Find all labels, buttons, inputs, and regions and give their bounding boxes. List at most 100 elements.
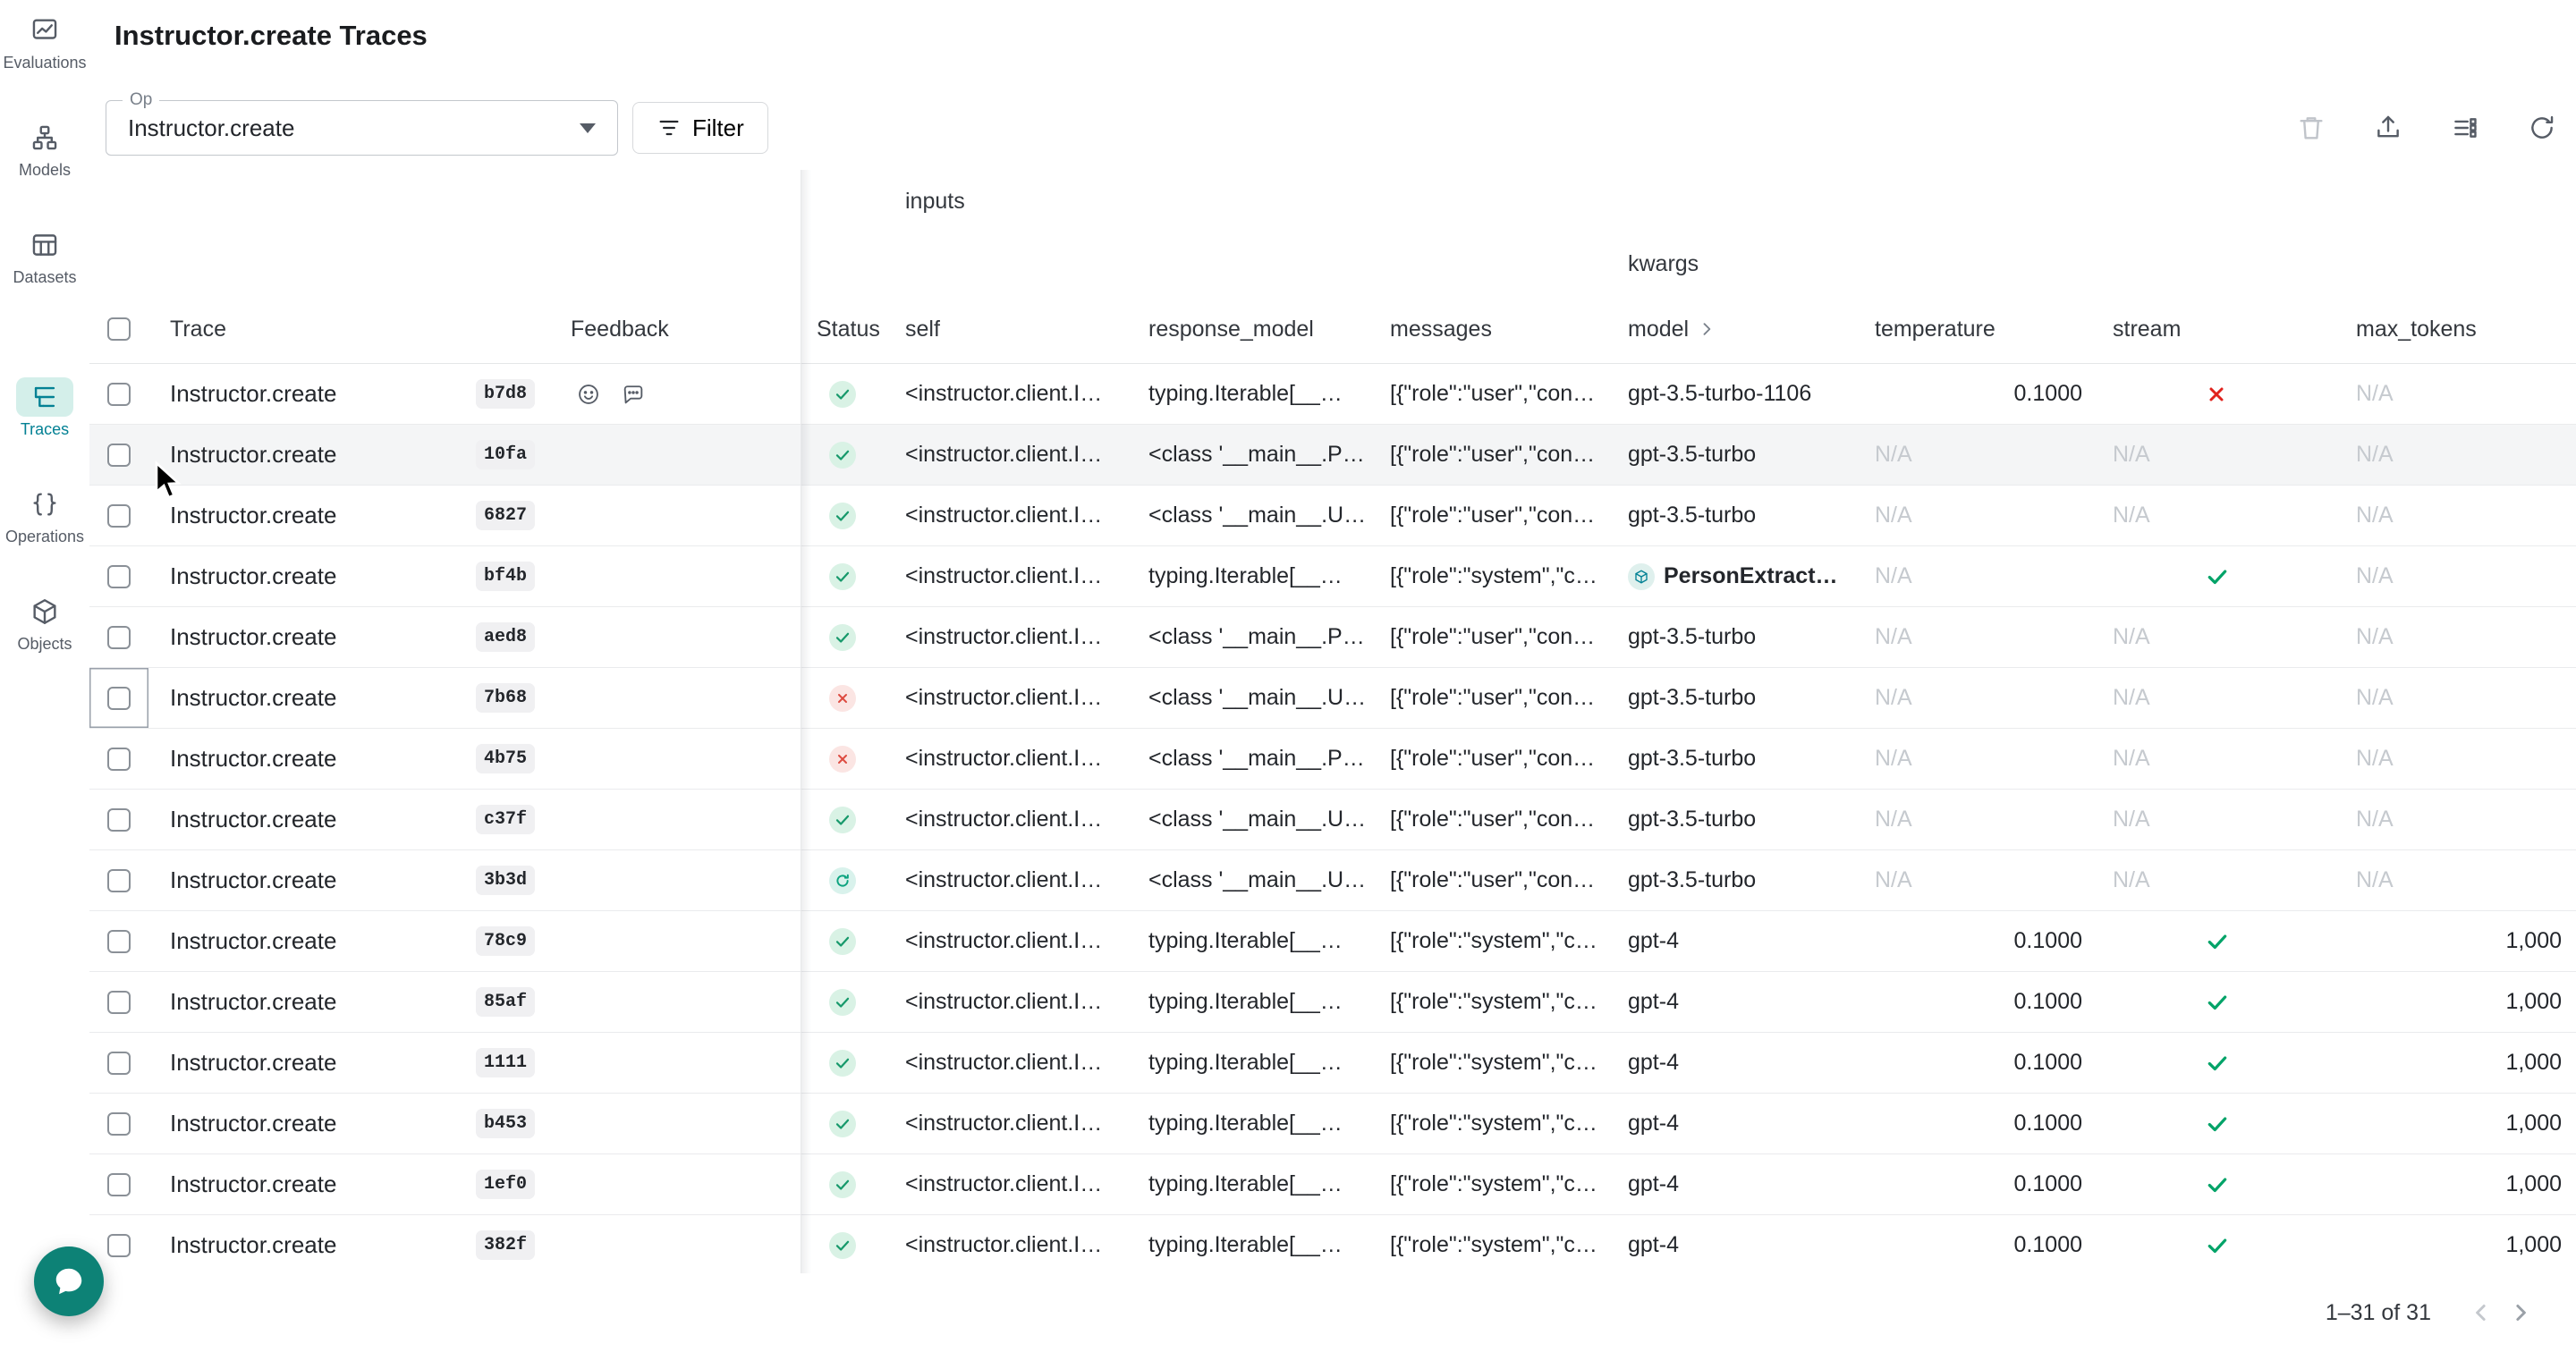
column-header-self[interactable]: self	[896, 295, 1140, 363]
select-all-checkbox[interactable]	[107, 317, 131, 341]
column-header-max-tokens[interactable]: max_tokens	[2347, 295, 2576, 363]
row-checkbox[interactable]	[107, 808, 131, 832]
export-button[interactable]	[2372, 112, 2404, 144]
delete-button[interactable]	[2295, 112, 2327, 144]
cell-status	[801, 1033, 896, 1093]
trace-id-badge[interactable]: bf4b	[476, 562, 535, 591]
trace-name[interactable]: Instructor.create	[170, 1049, 336, 1077]
comment-icon[interactable]	[621, 382, 646, 407]
trace-name[interactable]: Instructor.create	[170, 562, 336, 590]
trace-name[interactable]: Instructor.create	[170, 745, 336, 773]
row-checkbox[interactable]	[107, 1112, 131, 1136]
row-checkbox[interactable]	[107, 1173, 131, 1196]
row-checkbox[interactable]	[107, 869, 131, 892]
row-checkbox[interactable]	[107, 991, 131, 1014]
trace-name[interactable]: Instructor.create	[170, 1170, 336, 1198]
trace-id-badge[interactable]: 78c9	[476, 926, 535, 956]
column-header-response-model[interactable]: response_model	[1140, 295, 1381, 363]
cell-response-model: <class '__main__.P…	[1140, 729, 1381, 789]
table-row[interactable]: Instructor.create 1111 <instructor.clien…	[89, 1033, 2576, 1094]
trace-id-badge[interactable]: 4b75	[476, 744, 535, 773]
row-checkbox[interactable]	[107, 748, 131, 771]
sidebar-item-evaluations[interactable]: Evaluations	[3, 11, 86, 72]
trace-id-badge[interactable]: 85af	[476, 987, 535, 1017]
trace-name[interactable]: Instructor.create	[170, 988, 336, 1016]
trace-name[interactable]: Instructor.create	[170, 1231, 336, 1259]
trace-id-badge[interactable]: 6827	[476, 501, 535, 530]
table-row[interactable]: Instructor.create 7b68 <instructor.clien…	[89, 668, 2576, 729]
row-checkbox[interactable]	[107, 565, 131, 588]
trace-name[interactable]: Instructor.create	[170, 866, 336, 894]
table-row[interactable]: Instructor.create b7d8 <instructor.clien…	[89, 364, 2576, 425]
next-page-button[interactable]	[2501, 1293, 2540, 1332]
row-checkbox[interactable]	[107, 626, 131, 649]
trace-name[interactable]: Instructor.create	[170, 623, 336, 651]
trace-id-badge[interactable]: aed8	[476, 622, 535, 652]
row-checkbox[interactable]	[107, 504, 131, 528]
trace-name[interactable]: Instructor.create	[170, 380, 336, 408]
object-ref-chip[interactable]: PersonExtract…	[1628, 563, 1838, 590]
table-row[interactable]: Instructor.create 3b3d <instructor.clien…	[89, 850, 2576, 911]
sidebar-item-models[interactable]: Models	[16, 118, 73, 180]
cell-model: gpt-4	[1619, 911, 1866, 971]
cell-messages: [{"role":"user","con…	[1381, 364, 1619, 424]
table-row[interactable]: Instructor.create bf4b <instructor.clien…	[89, 546, 2576, 607]
trace-name[interactable]: Instructor.create	[170, 684, 336, 712]
cell-response-model: typing.Iterable[__…	[1140, 911, 1381, 971]
chat-launcher-button[interactable]	[34, 1246, 104, 1316]
column-header-temperature[interactable]: temperature	[1866, 295, 2104, 363]
trace-name[interactable]: Instructor.create	[170, 502, 336, 529]
trace-id-badge[interactable]: c37f	[476, 805, 535, 834]
row-checkbox[interactable]	[107, 930, 131, 953]
trace-name[interactable]: Instructor.create	[170, 1110, 336, 1137]
cell-stream: N/A	[2104, 850, 2347, 910]
trace-id-badge[interactable]: 3b3d	[476, 866, 535, 895]
table-row[interactable]: Instructor.create 382f <instructor.clien…	[89, 1215, 2576, 1273]
table-row[interactable]: Instructor.create 1ef0 <instructor.clien…	[89, 1154, 2576, 1215]
cell-temperature: 0.1000	[1866, 364, 2104, 424]
table-row[interactable]: Instructor.create 78c9 <instructor.clien…	[89, 911, 2576, 972]
row-checkbox[interactable]	[107, 444, 131, 467]
column-header-feedback[interactable]: Feedback	[564, 295, 801, 363]
row-checkbox[interactable]	[107, 687, 131, 710]
table-row[interactable]: Instructor.create 4b75 <instructor.clien…	[89, 729, 2576, 790]
column-header-status[interactable]: Status	[801, 295, 896, 363]
trace-name[interactable]: Instructor.create	[170, 806, 336, 833]
row-checkbox[interactable]	[107, 1234, 131, 1257]
trace-name[interactable]: Instructor.create	[170, 927, 336, 955]
table-row[interactable]: Instructor.create 6827 <instructor.clien…	[89, 486, 2576, 546]
trace-id-badge[interactable]: 10fa	[476, 440, 535, 469]
table-row[interactable]: Instructor.create aed8 <instructor.clien…	[89, 607, 2576, 668]
sidebar-item-datasets[interactable]: Datasets	[13, 225, 76, 287]
row-checkbox-cell	[89, 1094, 148, 1153]
column-header-messages[interactable]: messages	[1381, 295, 1619, 363]
column-header-stream[interactable]: stream	[2104, 295, 2347, 363]
cell-model: gpt-4	[1619, 1154, 1866, 1214]
sidebar-item-operations[interactable]: Operations	[5, 485, 84, 546]
previous-page-button[interactable]	[2462, 1293, 2501, 1332]
table-row[interactable]: Instructor.create c37f <instructor.clien…	[89, 790, 2576, 850]
op-select-value: Instructor.create	[128, 114, 294, 142]
sidebar-item-objects[interactable]: Objects	[16, 592, 73, 654]
op-select[interactable]: Op Instructor.create	[106, 100, 618, 156]
column-header-trace[interactable]: Trace	[148, 295, 564, 363]
smiley-icon[interactable]	[576, 382, 601, 407]
manage-columns-button[interactable]	[2449, 112, 2481, 144]
filter-button[interactable]: Filter	[632, 102, 768, 154]
column-header-model[interactable]: model	[1619, 295, 1866, 363]
trace-id-badge[interactable]: 7b68	[476, 683, 535, 713]
trace-id-badge[interactable]: b453	[476, 1109, 535, 1138]
table-row[interactable]: Instructor.create 10fa <instructor.clien…	[89, 425, 2576, 486]
trace-id-badge[interactable]: 1ef0	[476, 1170, 535, 1199]
trace-id-badge[interactable]: 1111	[476, 1048, 535, 1077]
trace-id-badge[interactable]: 382f	[476, 1230, 535, 1260]
row-checkbox[interactable]	[107, 383, 131, 406]
refresh-button[interactable]	[2526, 112, 2558, 144]
table-row[interactable]: Instructor.create b453 <instructor.clien…	[89, 1094, 2576, 1154]
status-error-icon	[829, 685, 856, 712]
row-checkbox[interactable]	[107, 1052, 131, 1075]
sidebar-item-traces[interactable]: Traces	[16, 377, 73, 439]
trace-id-badge[interactable]: b7d8	[476, 379, 535, 409]
trace-name[interactable]: Instructor.create	[170, 441, 336, 469]
table-row[interactable]: Instructor.create 85af <instructor.clien…	[89, 972, 2576, 1033]
